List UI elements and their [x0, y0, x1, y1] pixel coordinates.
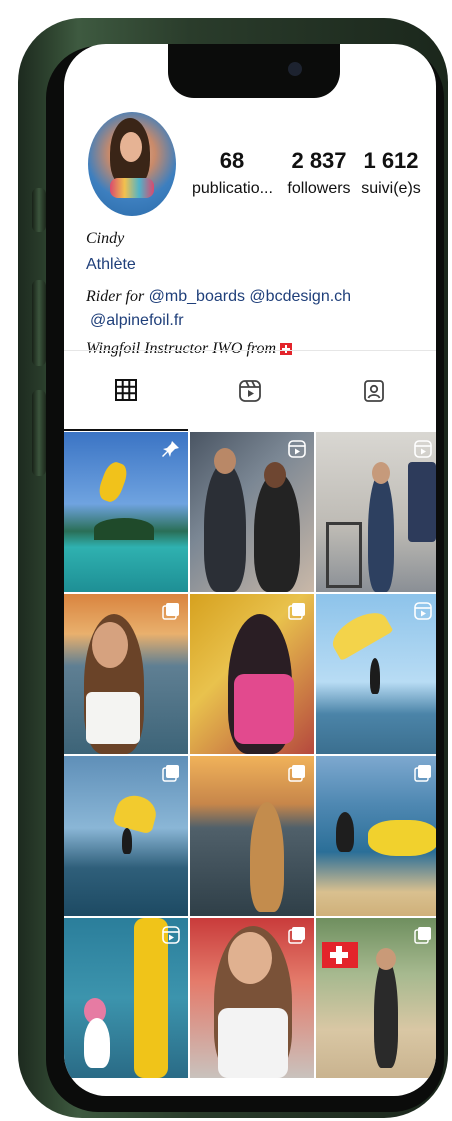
profile-category: Athlète — [86, 256, 136, 273]
camera-icon — [288, 62, 302, 76]
bio-text: Rider for — [86, 288, 145, 305]
mute-switch — [32, 188, 46, 232]
post-tile[interactable] — [190, 918, 314, 1078]
posts-grid — [64, 432, 436, 1078]
post-tile[interactable] — [190, 432, 314, 592]
stat-value: 1 612 — [363, 148, 419, 173]
post-tile[interactable] — [64, 918, 188, 1078]
carousel-icon — [288, 602, 306, 620]
profile-name: Cindy — [86, 230, 125, 247]
avatar[interactable] — [88, 112, 176, 216]
volume-up-button — [32, 280, 46, 366]
mention-link[interactable]: @mb_boards — [149, 288, 245, 305]
bio-line-1: Rider for @mb_boards @bcdesign.ch — [86, 288, 351, 306]
mention-link[interactable]: @bcdesign.ch — [249, 288, 351, 305]
reel-icon — [414, 602, 432, 620]
pin-icon — [162, 440, 180, 458]
volume-down-button — [32, 390, 46, 476]
tagged-icon — [364, 380, 384, 402]
reel-icon — [288, 440, 306, 458]
tab-reels[interactable] — [188, 351, 312, 431]
stat-label: suivi(e)s — [361, 180, 421, 197]
post-tile[interactable] — [64, 756, 188, 916]
tab-grid[interactable] — [64, 351, 188, 431]
carousel-icon — [162, 602, 180, 620]
tab-tagged[interactable] — [312, 351, 436, 431]
profile-tabs — [64, 350, 436, 431]
post-tile[interactable] — [316, 432, 436, 592]
stat-following[interactable]: 1 612 suivi(e)s — [352, 148, 430, 198]
stat-value: 2 837 — [291, 148, 347, 173]
stat-label: publicatio... — [192, 180, 273, 197]
stat-label: followers — [287, 180, 351, 197]
mention-link[interactable]: @alpinefoil.fr — [90, 312, 184, 329]
post-tile[interactable] — [190, 756, 314, 916]
reel-icon — [162, 926, 180, 944]
notch — [168, 44, 340, 98]
stat-posts[interactable]: 68 publicatio... — [192, 148, 273, 198]
carousel-icon — [414, 764, 432, 782]
post-tile[interactable] — [316, 594, 436, 754]
post-tile[interactable] — [316, 918, 436, 1078]
carousel-icon — [414, 926, 432, 944]
post-tile[interactable] — [190, 594, 314, 754]
stat-value: 68 — [219, 148, 245, 173]
stat-followers[interactable]: 2 837 followers — [276, 148, 362, 198]
reel-icon — [414, 440, 432, 458]
carousel-icon — [288, 926, 306, 944]
carousel-icon — [288, 764, 306, 782]
post-tile[interactable] — [316, 756, 436, 916]
post-tile[interactable] — [64, 432, 188, 592]
grid-icon — [115, 379, 137, 401]
post-tile[interactable] — [64, 594, 188, 754]
screen: 68 publicatio... 2 837 followers 1 612 s… — [64, 44, 436, 1096]
carousel-icon — [162, 764, 180, 782]
bio-line-2: @alpinefoil.fr — [90, 312, 184, 330]
reels-icon — [239, 380, 261, 402]
